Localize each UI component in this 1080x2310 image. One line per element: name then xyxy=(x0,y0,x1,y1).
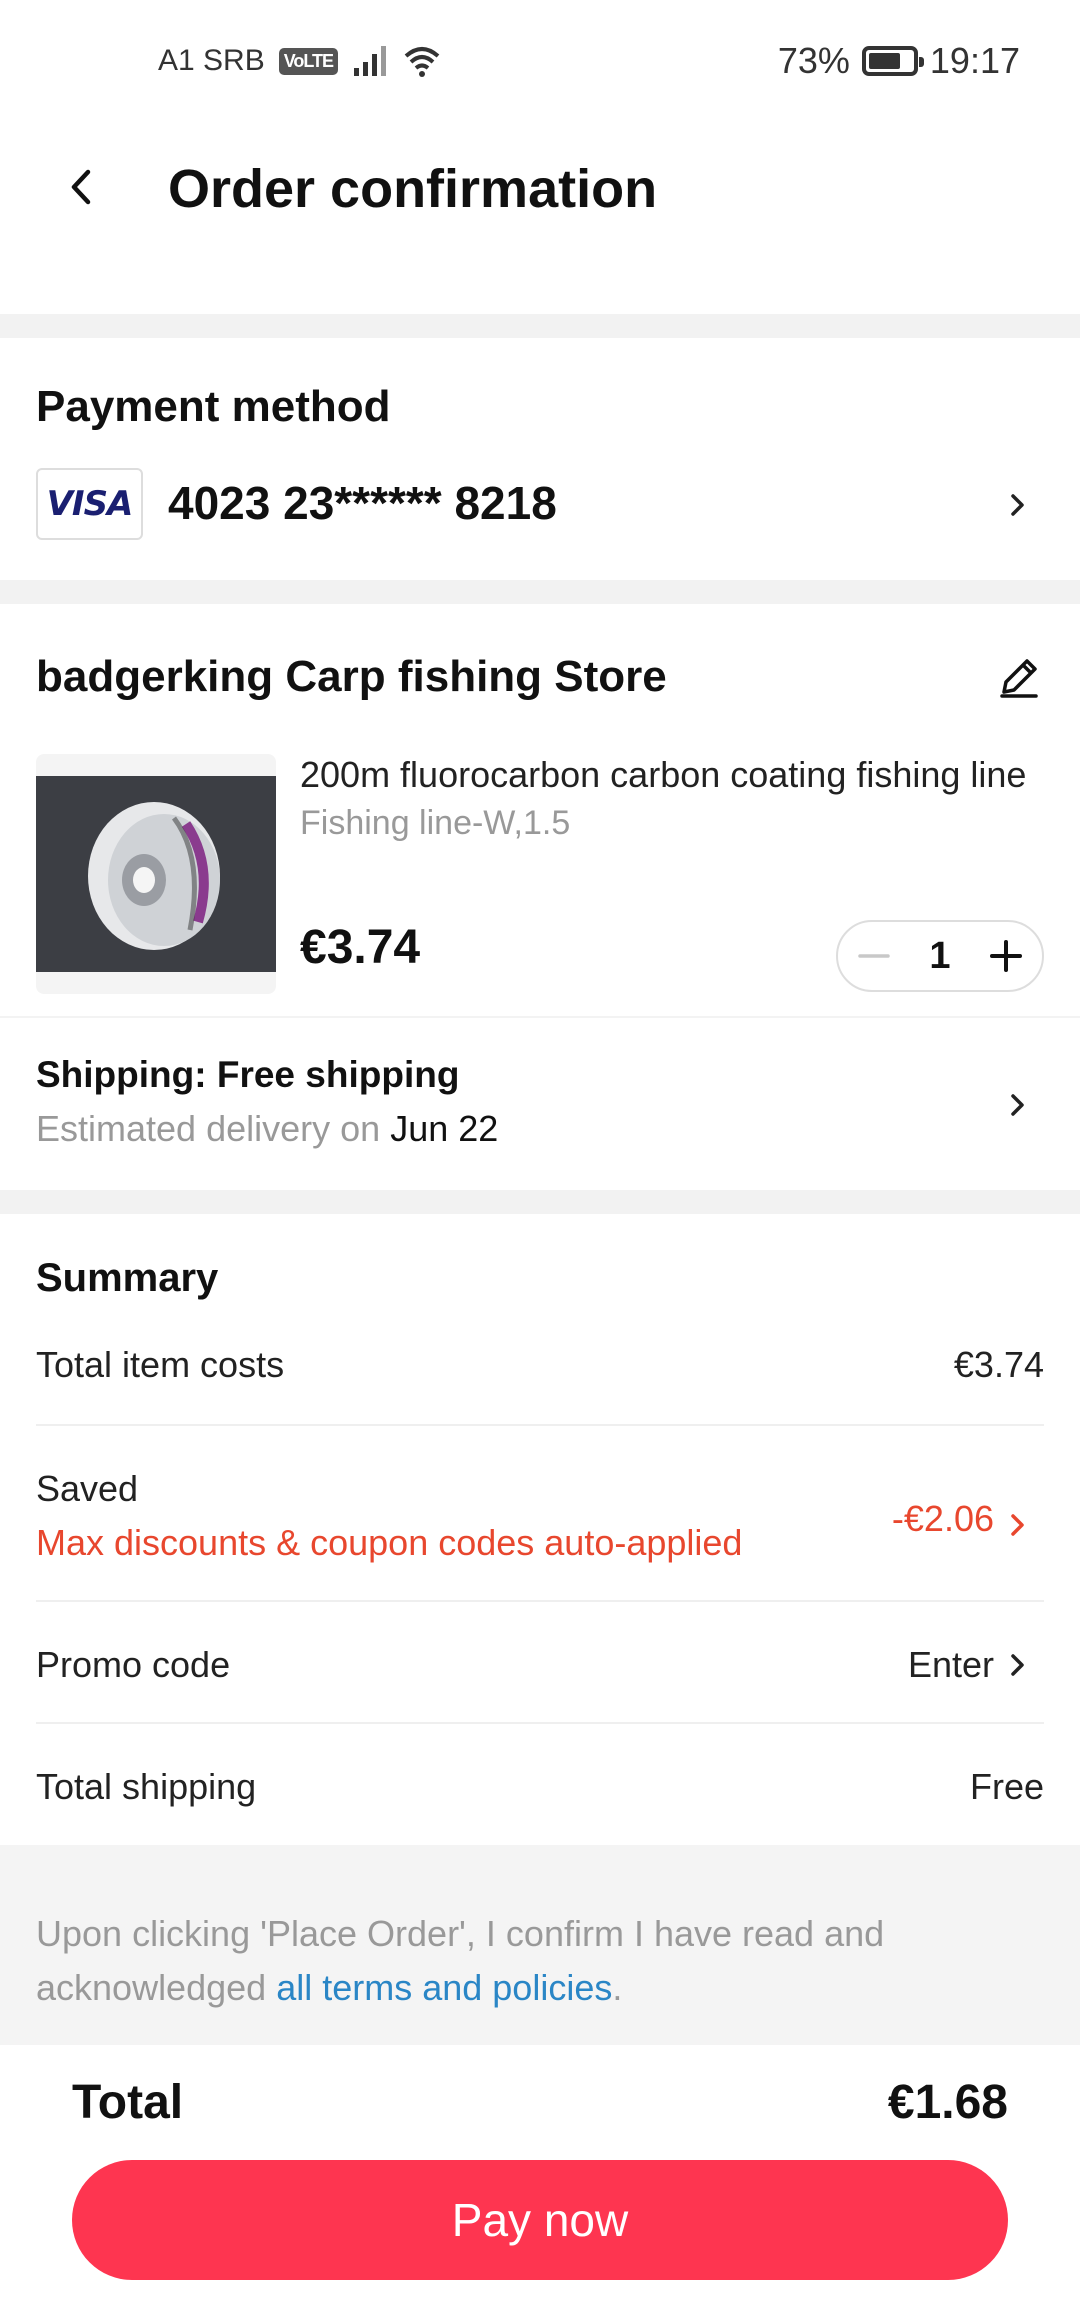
total-shipping-value: Free xyxy=(969,1766,1044,1807)
checkout-bar: Total €1.68 Pay now xyxy=(0,2045,1080,2310)
battery-percent: 73% xyxy=(777,40,850,81)
divider xyxy=(0,1016,1080,1018)
store-name: badgerking Carp fishing Store xyxy=(36,652,667,701)
terms-notice: Upon clicking 'Place Order', I confirm I… xyxy=(0,1845,1080,2045)
total-shipping-row: Total shipping Free xyxy=(36,1766,1044,1808)
pay-now-button[interactable]: Pay now xyxy=(72,2160,1008,2280)
status-bar: A1 SRB VoLTE 73% 19:17 xyxy=(0,0,1080,120)
promo-code-row[interactable]: Promo code Enter xyxy=(36,1644,1044,1686)
signal-icon xyxy=(354,46,387,76)
product-price: €3.74 xyxy=(300,921,421,974)
wifi-icon xyxy=(404,47,440,77)
product-variant: Fishing line-W,1.5 xyxy=(300,804,571,842)
fishing-line-spool-image xyxy=(36,776,276,972)
visa-logo: VISA xyxy=(36,468,143,540)
total-item-costs-value: €3.74 xyxy=(953,1344,1044,1385)
estimated-delivery: Estimated delivery on Jun 22 xyxy=(36,1108,498,1150)
section-divider xyxy=(0,314,1080,338)
summary-title: Summary xyxy=(36,1256,219,1300)
total-item-costs-row: Total item costs €3.74 xyxy=(36,1344,1044,1386)
status-right: 73% 19:17 xyxy=(778,40,1020,82)
product-title[interactable]: 200m fluorocarbon carbon coating fishing… xyxy=(300,754,1044,796)
terms-period: . xyxy=(612,1967,623,2008)
divider xyxy=(36,1424,1044,1426)
edit-pencil-icon[interactable] xyxy=(996,654,1042,700)
battery-fill xyxy=(868,53,900,69)
page-title: Order confirmation xyxy=(168,159,658,219)
divider xyxy=(36,1722,1044,1724)
saved-value: -€2.06 xyxy=(891,1498,994,1539)
total-shipping-label: Total shipping xyxy=(36,1766,257,1807)
promo-code-enter[interactable]: Enter xyxy=(908,1644,994,1686)
chevron-right-icon[interactable] xyxy=(1008,490,1028,520)
visa-logo-text: VISA xyxy=(46,484,134,524)
chevron-right-icon[interactable] xyxy=(1008,1510,1028,1540)
terms-policies-link[interactable]: all terms and policies xyxy=(276,1967,612,2008)
card-number: 4023 23****** 8218 xyxy=(168,477,557,529)
chevron-right-icon[interactable] xyxy=(1008,1650,1028,1680)
clock: 19:17 xyxy=(929,40,1020,81)
section-divider xyxy=(0,580,1080,604)
battery-icon xyxy=(861,46,924,76)
summary-section: Summary Total item costs €3.74 Saved Max… xyxy=(0,1214,1080,1845)
saved-row[interactable]: Saved Max discounts & coupon codes auto-… xyxy=(36,1468,1044,1564)
chevron-right-icon[interactable] xyxy=(1008,1090,1028,1120)
promo-code-label: Promo code xyxy=(36,1644,231,1685)
total-value: €1.68 xyxy=(887,2076,1008,2129)
quantity-value[interactable]: 1 xyxy=(929,935,950,978)
section-divider xyxy=(0,1190,1080,1214)
payment-method-section[interactable]: Payment method VISA 4023 23****** 8218 xyxy=(0,338,1080,580)
status-left: A1 SRB VoLTE xyxy=(158,44,442,78)
header: Order confirmation xyxy=(0,130,1080,250)
volte-badge: VoLTE xyxy=(278,47,339,75)
plus-icon[interactable] xyxy=(988,938,1024,974)
total-item-costs-label: Total item costs xyxy=(36,1344,285,1385)
product-image[interactable] xyxy=(36,754,276,994)
shipping-title: Shipping: Free shipping xyxy=(36,1054,460,1095)
minus-icon[interactable] xyxy=(856,938,892,974)
quantity-stepper: 1 xyxy=(836,920,1044,992)
store-section: badgerking Carp fishing Store 200m fluor… xyxy=(0,604,1080,1190)
estimated-delivery-date: Jun 22 xyxy=(390,1108,499,1149)
estimated-delivery-label: Estimated delivery on xyxy=(36,1108,381,1149)
divider xyxy=(36,1600,1044,1602)
back-arrow-icon[interactable] xyxy=(62,162,102,212)
total-label: Total xyxy=(72,2076,184,2129)
carrier-label: A1 SRB xyxy=(158,44,265,77)
payment-method-title: Payment method xyxy=(36,382,391,431)
terms-text: Upon clicking 'Place Order', I confirm I… xyxy=(36,1907,1036,2015)
